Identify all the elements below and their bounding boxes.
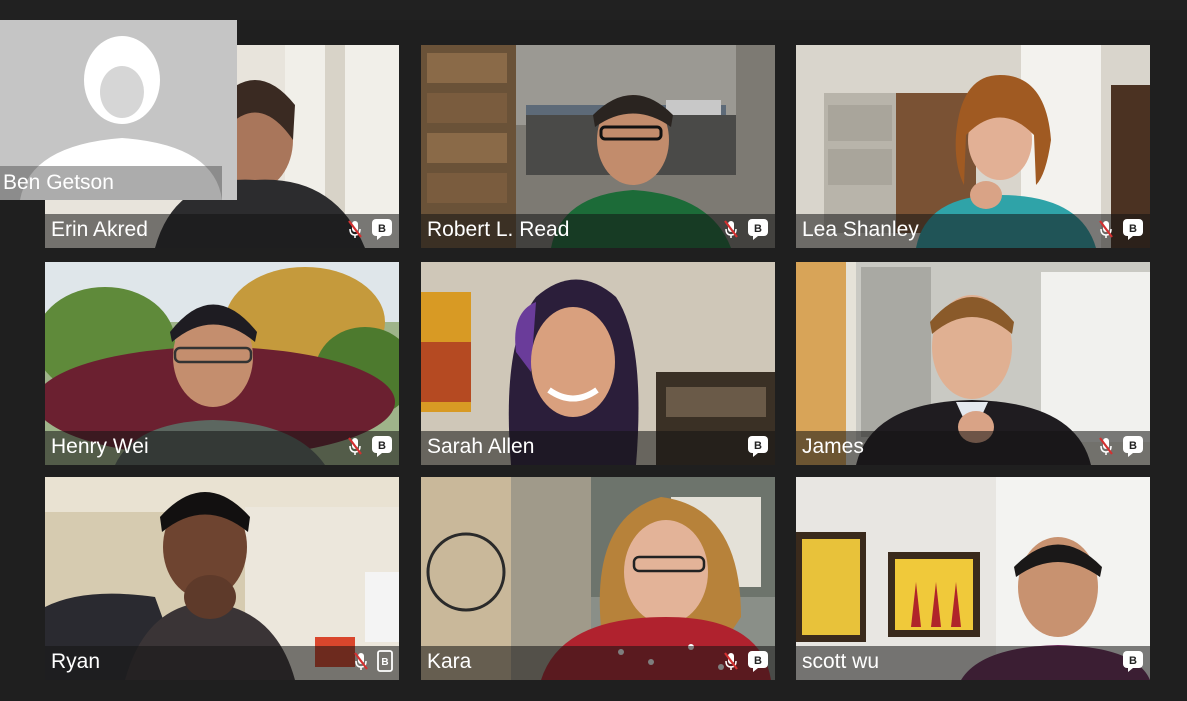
microphone-muted-icon [348, 437, 362, 455]
microphone-muted-icon [1099, 437, 1113, 455]
badge-label: B [1129, 440, 1137, 452]
hangouts-badge-icon: B [748, 651, 768, 672]
self-view-name: Ben Getson [3, 171, 114, 194]
participant-name: James [802, 435, 864, 458]
microphone-muted-icon [354, 652, 368, 670]
badge-label: B [754, 440, 762, 452]
hangouts-badge-icon: B [748, 436, 768, 457]
caption-bar [421, 646, 775, 680]
participant-tile-henry-wei[interactable]: Henry Wei B [45, 262, 399, 465]
participant-name: Erin Akred [51, 218, 148, 241]
participant-tile-sarah-allen[interactable]: Sarah Allen B [421, 262, 775, 465]
badge-label: B [1129, 223, 1137, 235]
participant-name: scott wu [802, 650, 880, 673]
badge-label: B [754, 655, 762, 667]
participant-tile-kara[interactable]: Kara B [421, 477, 775, 680]
badge-label: B [1129, 655, 1137, 667]
microphone-muted-icon [348, 220, 362, 238]
participant-name: Robert L. Read [427, 218, 570, 241]
participant-tile-james[interactable]: James B [796, 262, 1150, 465]
participant-name: Henry Wei [51, 435, 149, 458]
participant-name: Sarah Allen [427, 435, 535, 458]
badge-label: B [381, 657, 388, 668]
microphone-muted-icon [724, 652, 738, 670]
hangouts-badge-icon: B [1123, 651, 1143, 672]
hangouts-badge-icon: B [748, 219, 768, 240]
microphone-muted-icon [724, 220, 738, 238]
participant-name: Ryan [51, 650, 101, 673]
participant-name: Lea Shanley [802, 218, 919, 241]
badge-label: B [754, 223, 762, 235]
microphone-muted-icon [1099, 220, 1113, 238]
badge-label: B [378, 223, 386, 235]
self-view-tile[interactable]: Ben Getson [0, 20, 237, 200]
badge-label: B [378, 440, 386, 452]
participant-tile-scott-wu[interactable]: scott wu B [796, 477, 1150, 680]
hangouts-badge-icon: B [1123, 219, 1143, 240]
participant-tile-ryan[interactable]: Ryan B [45, 477, 399, 680]
tablet-device-icon: B [377, 650, 393, 672]
participant-tile-lea-shanley[interactable]: Lea Shanley B [796, 45, 1150, 248]
top-bar [0, 0, 1187, 20]
participant-name: Kara [427, 650, 472, 673]
hangouts-badge-icon: B [372, 436, 392, 457]
hangouts-badge-icon: B [372, 219, 392, 240]
participant-tile-robert-l-read[interactable]: Robert L. Read B [421, 45, 775, 248]
hangouts-badge-icon: B [1123, 436, 1143, 457]
